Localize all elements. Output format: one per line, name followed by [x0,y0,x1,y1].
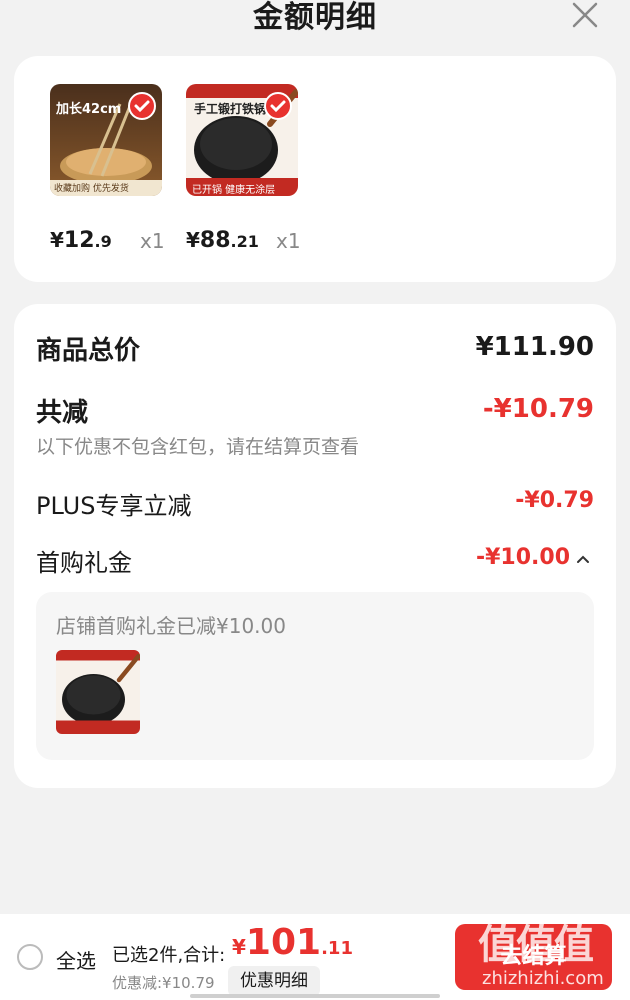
selected-products-card: 加长42cm 收藏加购 优先发货 手工锻打铁锅 已开锅 健康无涂层 ¥12.9 … [14,56,616,282]
plus-discount-label: PLUS专享立减 [36,492,192,520]
selected-check-icon [128,92,156,120]
total-price-value: ¥111.90 [475,332,594,362]
product-price: ¥88.21 [186,228,259,253]
chevron-up-icon[interactable] [576,554,590,564]
price-breakdown-card: 商品总价 ¥111.90 共减 -¥10.79 以下优惠不包含红包，请在结算页查… [14,304,616,788]
first-purchase-gift-label: 首购礼金 [36,549,132,577]
close-icon[interactable] [570,0,600,30]
page-title: 金额明细 [253,0,377,35]
product-quantity: x1 [276,229,301,253]
checkout-bar: 全选 已选2件,合计: ¥101.11 优惠减:¥10.79 优惠明细 去结算 [0,914,630,1000]
reduction-note: 以下优惠不包含红包，请在结算页查看 [36,436,360,458]
selection-summary: 已选2件,合计: [112,945,226,966]
gift-detail-text: 店铺首购礼金已减¥10.00 [56,614,286,638]
select-all-label[interactable]: 全选 [56,945,96,974]
plus-discount-value: -¥0.79 [515,488,594,513]
order-total: ¥101.11 [232,922,353,963]
product-price: ¥12.9 [50,228,112,253]
product-image-footer: 收藏加购 优先发货 [54,184,129,194]
product-quantity: x1 [140,229,165,253]
select-all-radio[interactable] [17,944,43,970]
product-image-caption: 加长42cm [56,102,122,117]
reduction-value: -¥10.79 [482,394,594,424]
product-thumbnail[interactable]: 加长42cm 收藏加购 优先发货 [50,84,162,196]
product-thumbnail[interactable]: 手工锻打铁锅 已开锅 健康无涂层 [186,84,298,196]
checkout-button[interactable]: 去结算 [455,924,612,990]
discount-summary: 优惠减:¥10.79 [112,974,215,992]
product-image-footer: 已开锅 健康无涂层 [192,185,276,196]
gift-product-thumbnail [56,650,140,734]
header: 金额明细 [0,0,630,48]
first-purchase-gift-value[interactable]: -¥10.00 [476,545,570,570]
product-image-caption: 手工锻打铁锅 [194,102,267,116]
home-indicator [190,994,440,998]
selected-check-icon [264,92,292,120]
total-price-label: 商品总价 [36,336,141,366]
gift-detail-panel: 店铺首购礼金已减¥10.00 [36,592,594,760]
reduction-label: 共减 [36,398,89,428]
discount-detail-button[interactable]: 优惠明细 [228,966,320,996]
